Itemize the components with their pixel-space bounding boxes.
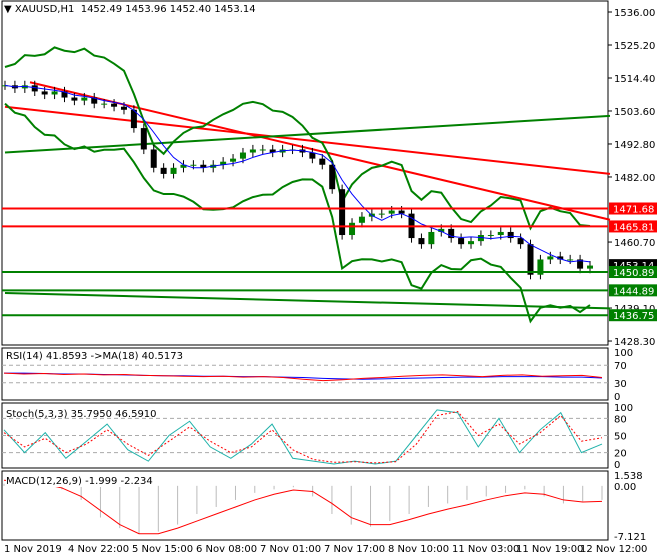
rsi-title: RSI(14) 41.8593 ->MA(18) 40.5173 (6, 351, 183, 362)
y-tick-label: 50 (614, 432, 627, 443)
x-tick-label: 11 Nov 03:00 (452, 544, 519, 555)
candle-body (527, 244, 534, 275)
candle-body (468, 241, 475, 245)
main-title: ▼ XAUUSD,H1 1452.49 1453.96 1452.40 1453… (4, 4, 256, 15)
candle-body (239, 152, 246, 159)
candle-body (160, 167, 167, 174)
candle-body (249, 149, 256, 153)
y-tick-label: 0 (614, 460, 620, 471)
macd-title: MACD(12,26,9) -1.999 -2.234 (6, 476, 153, 487)
candle-body (41, 91, 48, 95)
ohlc-values: 1452.49 1453.96 1452.40 1453.14 (80, 4, 256, 15)
chart-window: 1536.00 1525.20 1514.40 1503.60 1492.80 1482.… (0, 0, 660, 560)
y-tick-label: 1525.20 (614, 41, 655, 52)
candle-body (567, 259, 574, 261)
price-label: 1444.89 (613, 286, 654, 297)
bollinger-upper (4, 46, 591, 231)
price-label: 1465.81 (613, 222, 654, 233)
y-tick-label: 1482.00 (614, 173, 655, 184)
candle-body (547, 256, 554, 260)
candle-body (388, 210, 395, 214)
macd-signal-line (3, 479, 603, 535)
candle-body (140, 128, 147, 150)
y-tick-label: 100 (614, 403, 633, 414)
candle-body (71, 97, 78, 101)
candle-body (230, 158, 237, 162)
y-tick-label: 70 (614, 361, 627, 372)
y-tick-label: 30 (614, 379, 627, 390)
candle-body (259, 149, 266, 151)
y-tick-label: 80 (614, 414, 627, 425)
y-tick-label: 1460.70 (614, 238, 655, 249)
candle-body (120, 106, 127, 110)
symbol-label: XAUUSD,H1 (14, 4, 75, 15)
candle-body (497, 231, 504, 236)
candle-body (507, 231, 514, 239)
y-tick-label: 1514.40 (614, 74, 655, 85)
x-tick-label: 5 Nov 15:00 (132, 544, 193, 555)
x-tick-label: 12 Nov 12:00 (580, 544, 647, 555)
x-tick-label: 4 Nov 22:00 (68, 544, 129, 555)
trend-line (4, 292, 611, 310)
candle-body (170, 167, 177, 174)
x-tick-label: 11 Nov 19:00 (516, 544, 583, 555)
candle-body (319, 158, 326, 165)
y-tick-label: 1503.60 (614, 107, 655, 118)
y-tick-label: 1.538 (614, 471, 643, 482)
candle-body (378, 213, 385, 215)
moving-average (4, 84, 591, 263)
candle-body (329, 164, 336, 190)
x-tick-label: 8 Nov 10:00 (388, 544, 449, 555)
y-tick-label: 100 (614, 348, 633, 359)
candle-body (51, 91, 58, 95)
x-tick-label: 1 Nov 2019 (4, 544, 62, 555)
price-label: 1450.89 (613, 268, 654, 279)
y-tick-label: 0.00 (614, 482, 636, 493)
candle-body (358, 216, 365, 223)
y-tick-label: 0 (614, 392, 620, 403)
trend-line (4, 105, 611, 175)
y-tick-label: 20 (614, 449, 627, 460)
y-tick-label: 1492.80 (614, 140, 655, 151)
candle-body (101, 103, 108, 105)
candle-body (418, 238, 425, 245)
candle-body (150, 149, 157, 168)
candle-body (339, 189, 346, 236)
y-tick-label: 1536.00 (614, 8, 655, 19)
stoch-title: Stoch(5,3,3) 35.7950 46.5910 (6, 409, 157, 420)
candle-body (428, 231, 435, 245)
y-tick-label: -7.121 (614, 532, 646, 543)
candle-body (458, 238, 465, 245)
panel-border (1, 0, 609, 346)
x-tick-label: 6 Nov 08:00 (196, 544, 257, 555)
x-tick-label: 7 Nov 17:00 (324, 544, 385, 555)
candle-body (190, 164, 197, 166)
dropdown-arrow-icon[interactable]: ▼ (4, 4, 12, 15)
candle-body (111, 103, 118, 107)
candle-body (81, 97, 88, 101)
candle-body (349, 222, 356, 236)
price-label: 1471.68 (613, 204, 654, 215)
bollinger-lower (4, 102, 591, 324)
candle-body (487, 235, 494, 237)
y-tick-label: 1428.30 (614, 337, 655, 348)
x-tick-label: 7 Nov 01:00 (260, 544, 321, 555)
price-label: 1436.75 (613, 311, 654, 322)
candle-body (587, 265, 593, 269)
